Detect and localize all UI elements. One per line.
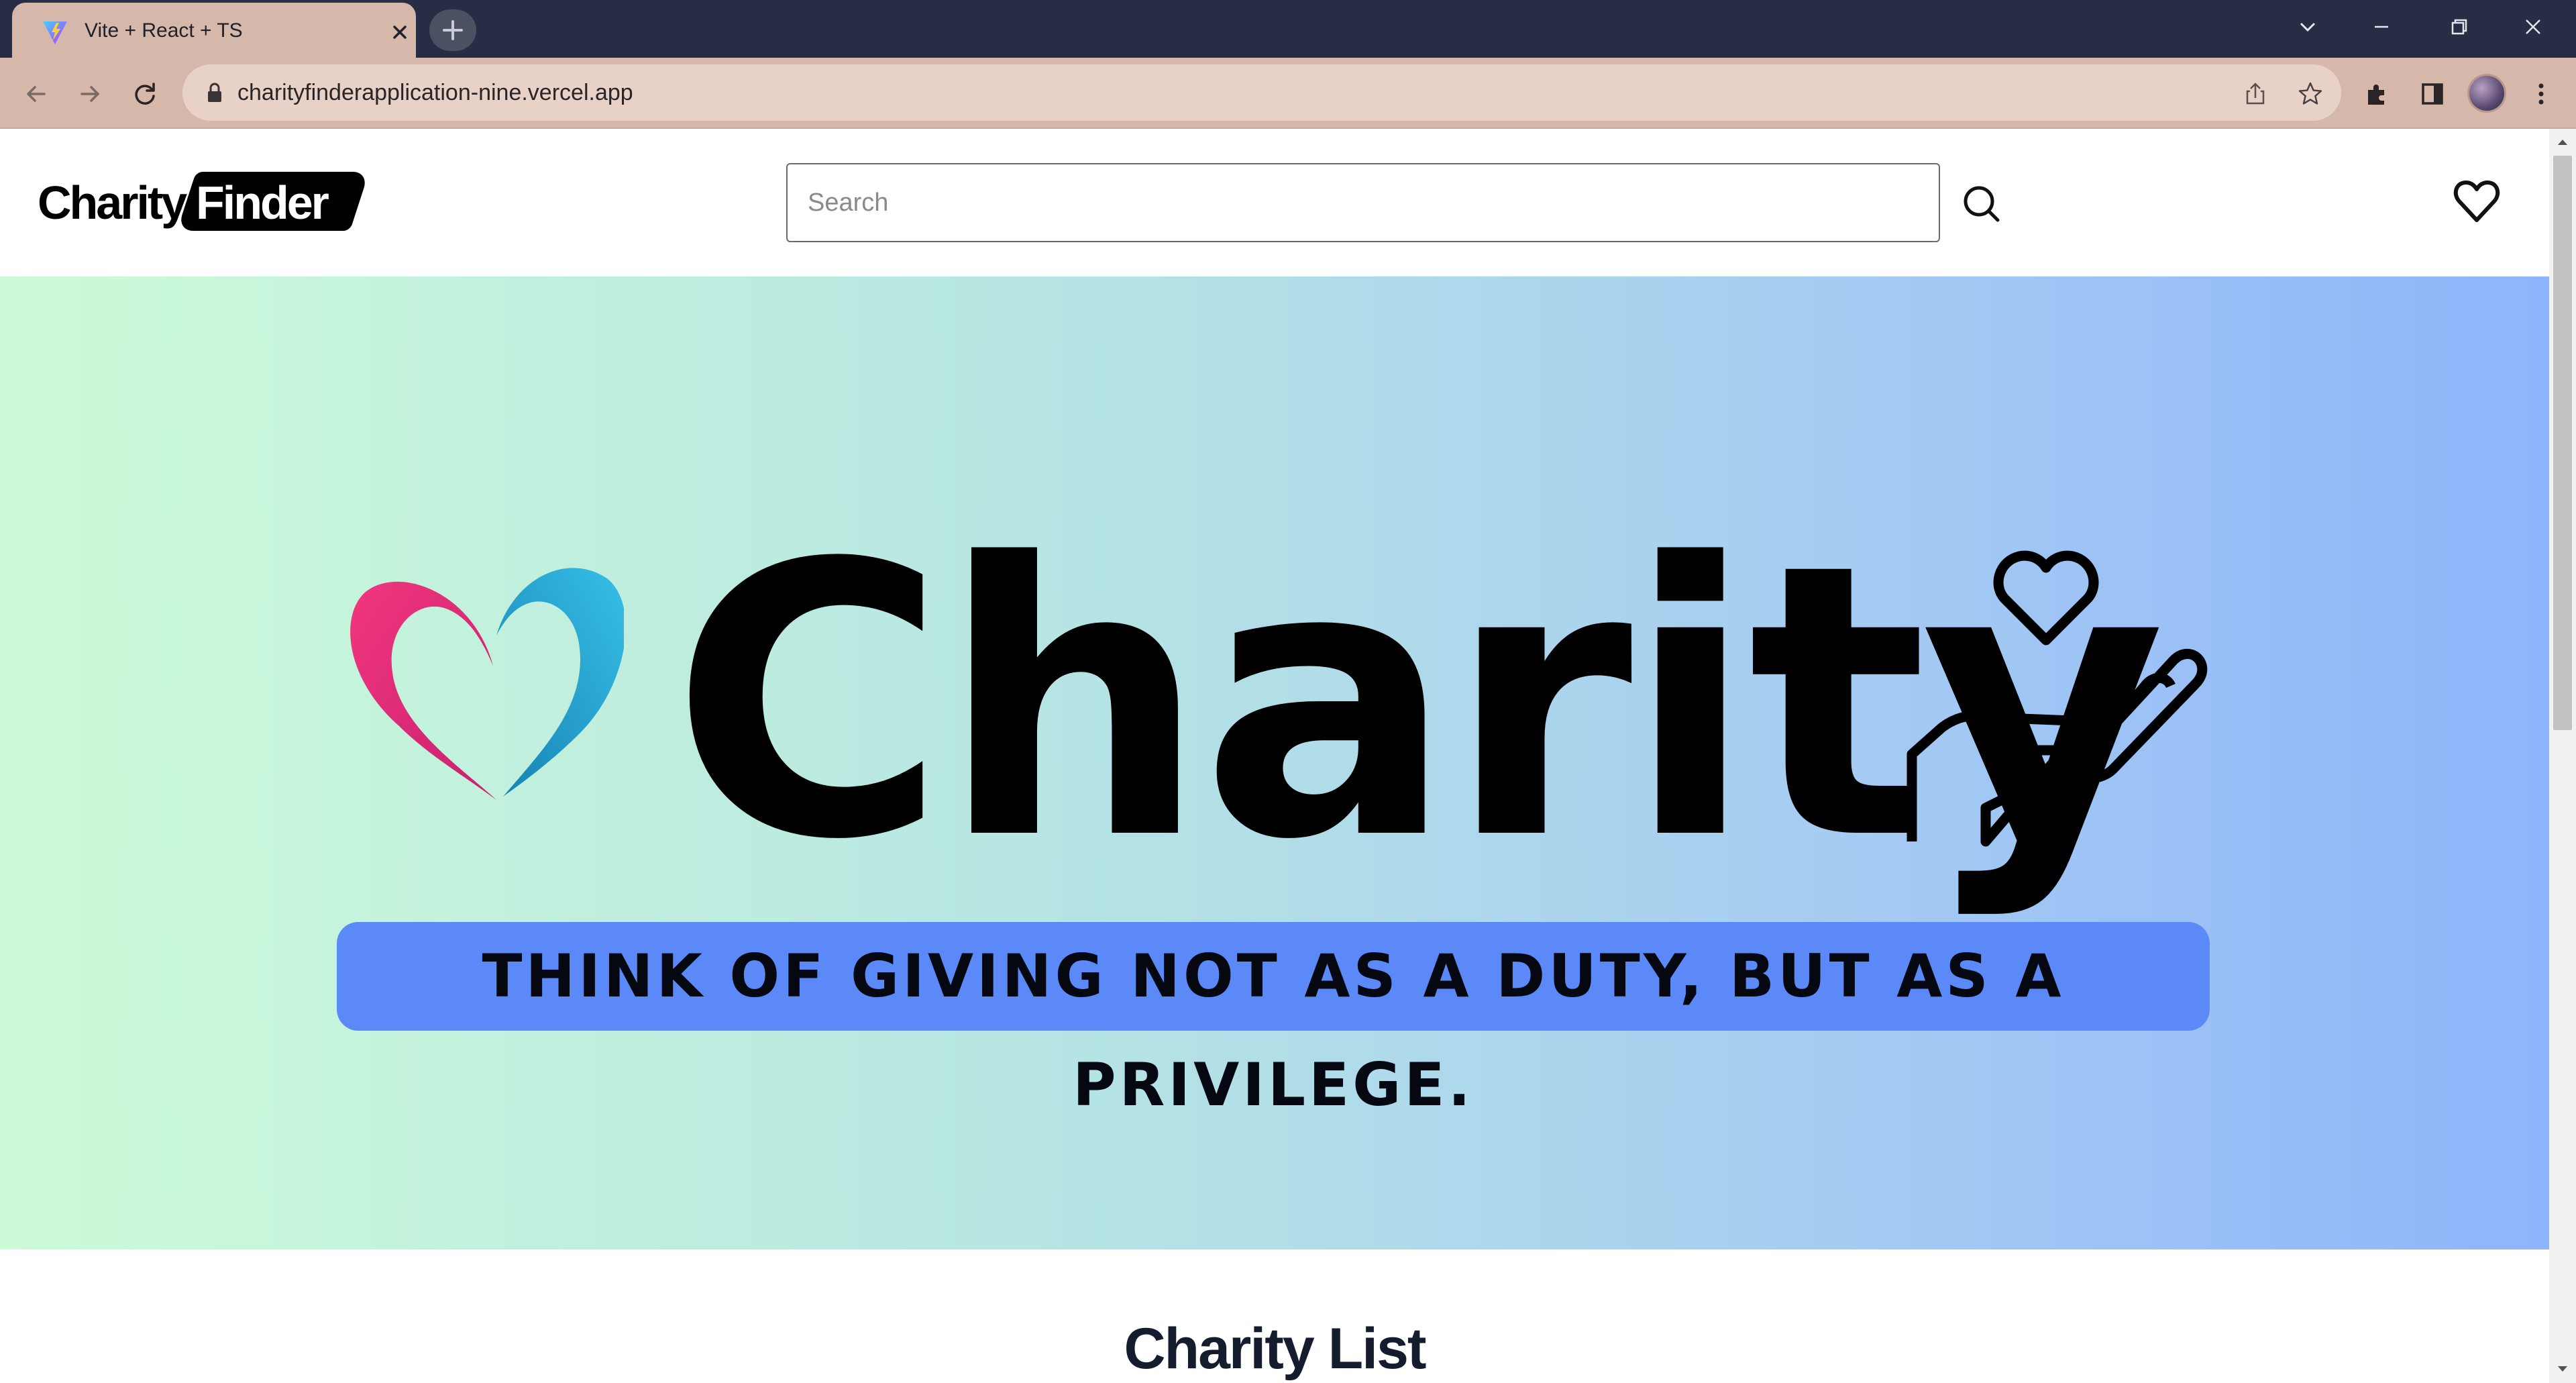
hero-banner: Charity THINK OF GIVING NOT AS A DUTY, B… <box>0 276 2549 1249</box>
close-icon[interactable] <box>386 19 413 46</box>
lock-icon[interactable] <box>201 79 228 106</box>
url-text[interactable]: charityfinderapplication-nine.vercel.app <box>237 78 633 107</box>
side-panel-icon[interactable] <box>2414 75 2451 113</box>
new-tab-button[interactable] <box>429 9 476 51</box>
tab-search-chevron-icon[interactable] <box>2288 7 2328 47</box>
tab-title: Vite + React + TS <box>85 19 243 42</box>
scroll-up-arrow-icon[interactable] <box>2555 134 2571 150</box>
charity-list-title: Charity List <box>1124 1317 1426 1381</box>
vite-favicon-icon <box>43 21 67 44</box>
browser-toolbar: charityfinderapplication-nine.vercel.app <box>0 58 2576 129</box>
back-icon[interactable] <box>17 75 55 113</box>
hand-heart-icon <box>1907 550 2208 847</box>
minimize-icon[interactable] <box>2361 7 2402 47</box>
extensions-icon[interactable] <box>2359 75 2396 113</box>
share-icon[interactable] <box>2239 78 2271 110</box>
logo-text-charity: Charity <box>38 176 187 229</box>
window-close-icon[interactable] <box>2513 7 2553 47</box>
avatar[interactable] <box>2467 74 2506 113</box>
menu-icon[interactable] <box>2522 75 2560 113</box>
page-scrollbar[interactable] <box>2549 129 2576 1383</box>
favorites-button[interactable] <box>2450 174 2504 228</box>
heart-logo-icon <box>350 568 624 800</box>
star-icon[interactable] <box>2294 78 2326 110</box>
restore-icon[interactable] <box>2439 7 2479 47</box>
forward-icon[interactable] <box>71 75 109 113</box>
scroll-down-arrow-icon[interactable] <box>2555 1361 2571 1377</box>
scrollbar-thumb[interactable] <box>2553 156 2572 730</box>
heart-icon <box>2453 181 2500 222</box>
search-input[interactable] <box>786 163 1940 242</box>
search-button[interactable] <box>1959 181 2004 227</box>
site-header: Charity Finder <box>0 129 2549 276</box>
browser-tab[interactable]: Vite + React + TS <box>12 3 416 58</box>
tagline-text: THINK OF GIVING NOT AS A DUTY, BUT AS A … <box>482 941 2065 1119</box>
logo-text-finder: Finder <box>196 176 329 229</box>
tagline-banner: THINK OF GIVING NOT AS A DUTY, BUT AS A … <box>337 922 2210 1119</box>
plus-icon <box>443 20 463 40</box>
address-bar[interactable]: charityfinderapplication-nine.vercel.app <box>182 64 2341 121</box>
search-icon <box>1964 186 2000 222</box>
browser-tab-bar: Vite + React + TS <box>0 0 2576 58</box>
reload-icon[interactable] <box>126 75 164 113</box>
charity-finder-logo[interactable]: Charity Finder <box>38 172 370 232</box>
